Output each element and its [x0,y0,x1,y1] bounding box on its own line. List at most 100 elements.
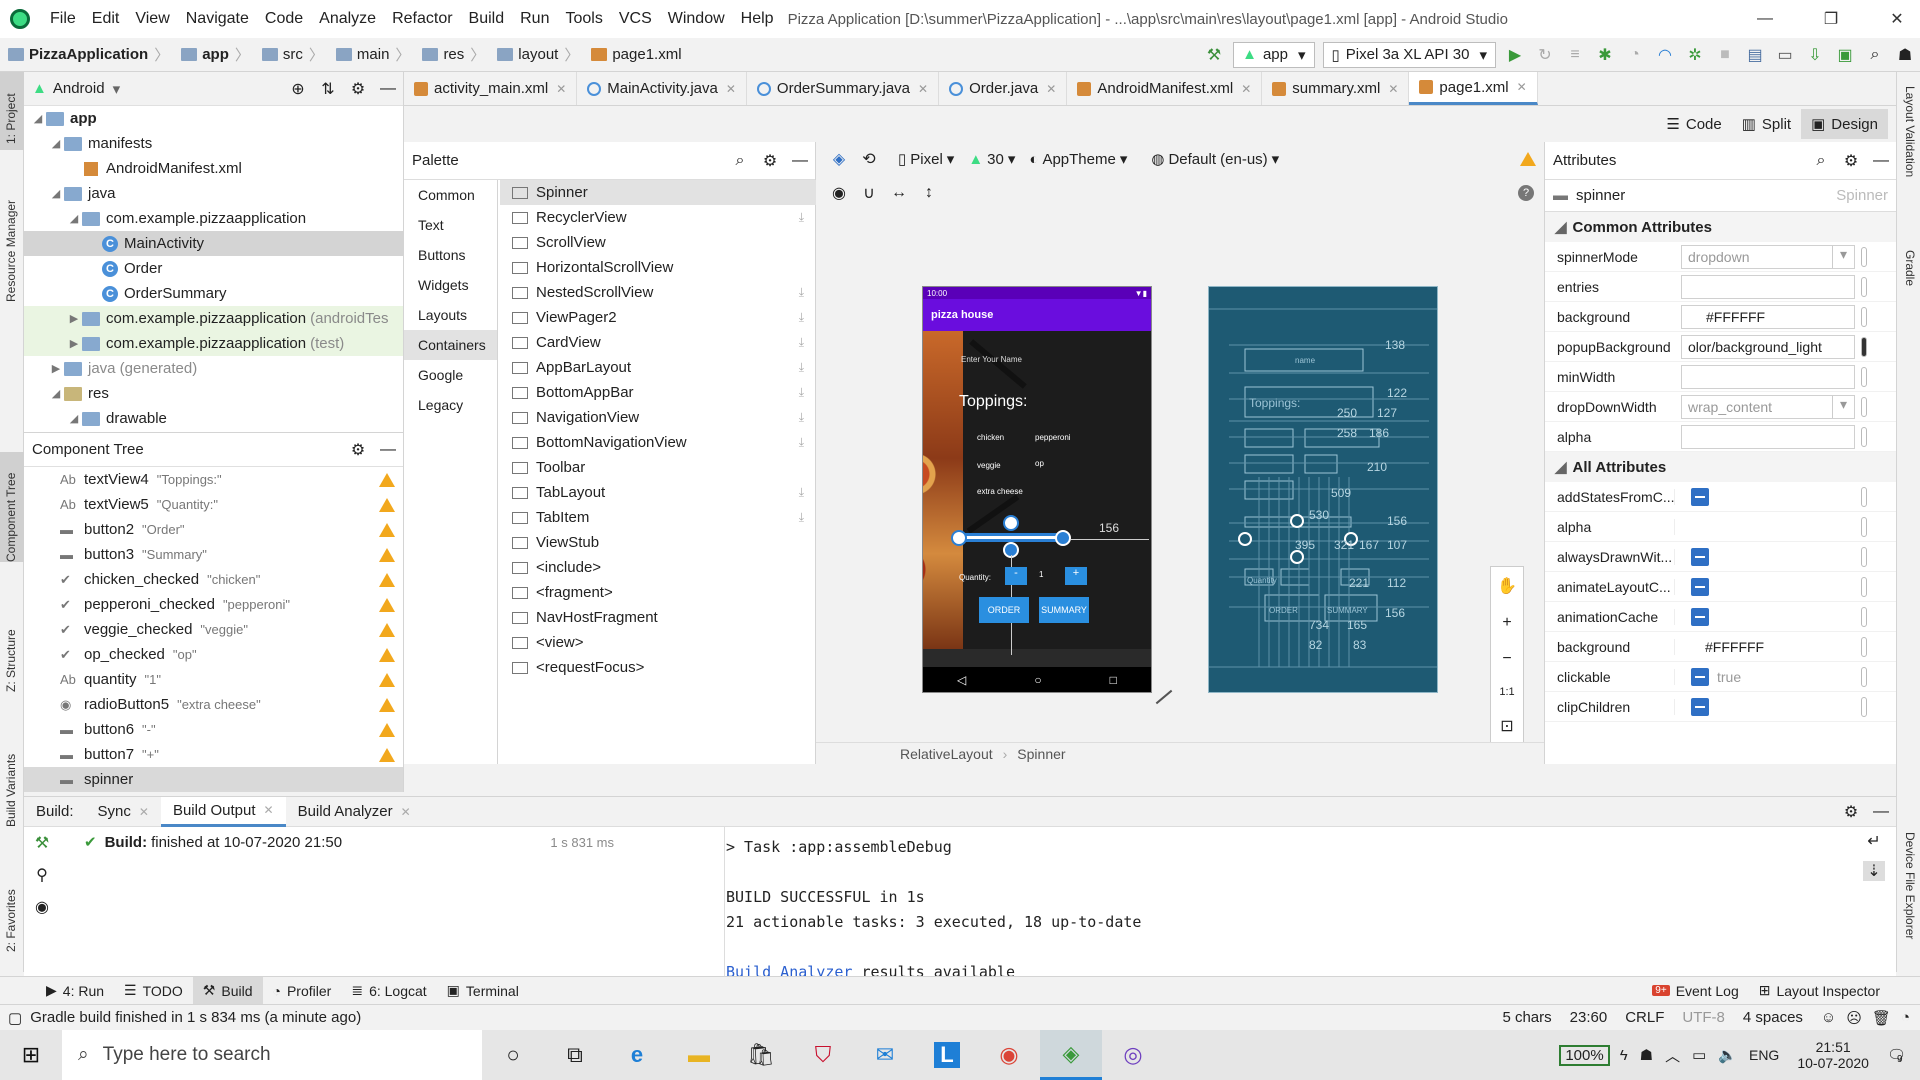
project-view-select[interactable]: Android [53,80,105,97]
download-icon[interactable]: ⤓ [799,360,804,375]
file-explorer-icon[interactable]: ▬ [668,1030,730,1080]
settings-gear-icon[interactable]: ⚙ [1836,799,1866,825]
component-spinner[interactable]: ▬ spinner [24,767,403,792]
palette-category-legacy[interactable]: Legacy [404,390,497,420]
resource-picker-icon[interactable] [1861,366,1867,387]
expand-horizontal-icon[interactable]: ↔ [884,180,914,206]
network-icon[interactable]: ▭ [1692,1046,1706,1064]
palette-category-google[interactable]: Google [404,360,497,390]
palette-item[interactable]: HorizontalScrollView [500,255,816,280]
tab-build-output[interactable]: Build Output ✕ [160,796,286,827]
resource-picker-icon[interactable] [1861,246,1867,267]
pin-icon[interactable]: ⚲ [36,865,48,885]
sync-icon[interactable]: ✲ [1680,42,1710,68]
chrome-icon[interactable]: ◉ [978,1030,1040,1080]
veggie-checkbox[interactable]: veggie [977,461,1001,470]
component-textView5[interactable]: Ab textView5 "Quantity:" [24,492,403,517]
tab-order-java[interactable]: Order.java ✕ [939,72,1068,105]
people-icon[interactable]: ☗ [1640,1046,1653,1064]
hide-panel-icon[interactable]: — [785,148,815,174]
power-icon[interactable]: ϟ [1620,1047,1628,1064]
resource-picker-icon[interactable] [1861,276,1867,297]
home-icon[interactable]: ○ [1034,673,1041,687]
warning-icon[interactable] [379,547,395,562]
palette-item[interactable]: <fragment> [500,580,816,605]
task-view-icon[interactable]: ⧉ [544,1030,606,1080]
build-status-row[interactable]: ✔ Build: finished at 10-07-2020 21:50 1 s… [84,833,614,852]
clock[interactable]: 21:51 10-07-2020 [1797,1039,1869,1071]
component-chicken_checked[interactable]: ✔ chicken_checked "chicken" [24,567,403,592]
gradle-tool-button[interactable]: Gradle [1903,250,1917,286]
breadcrumb-main[interactable]: main 〉 [328,44,410,65]
op-checkbox[interactable]: op [1035,459,1044,468]
warning-icon[interactable] [379,472,395,487]
show-hidden-icons[interactable]: ︿ [1665,1045,1680,1066]
resource-picker-icon[interactable] [1861,336,1867,357]
resource-picker-icon[interactable] [1861,576,1867,597]
chicken-checkbox[interactable]: chicken [977,433,1004,442]
resource-picker-icon[interactable] [1861,486,1867,507]
palette-item[interactable]: TabItem ⤓ [500,505,816,530]
taskbar-search[interactable]: ⌕ Type here to search [62,1030,482,1080]
menu-code[interactable]: Code [265,10,303,28]
close-tab-icon[interactable]: ✕ [264,803,274,817]
resource-picker-icon[interactable] [1861,306,1867,327]
search-icon[interactable]: ⌕ [725,148,755,174]
attach-debugger-icon[interactable]: ◠ [1650,42,1680,68]
minimize-icon[interactable]: — [1742,10,1788,28]
download-icon[interactable]: ⤓ [799,335,804,350]
battery-indicator[interactable]: 100% [1559,1044,1610,1066]
extra-cheese-radio[interactable]: extra cheese [977,487,1023,496]
tab-sync[interactable]: Sync ✕ [86,797,161,827]
maximize-icon[interactable]: ❐ [1808,9,1854,29]
resource-picker-icon[interactable] [1861,546,1867,567]
soft-wrap-icon[interactable]: ↵ [1867,831,1880,851]
edge-browser-icon[interactable]: e [606,1030,668,1080]
search-everywhere-icon[interactable]: ⌕ [1860,42,1890,68]
tree-item-java-generated[interactable]: ▶ java (generated) [24,356,403,381]
tree-item-android-test-package[interactable]: ▶ com.example.pizzaapplication (androidTes [24,306,403,331]
warning-icon[interactable] [379,622,395,637]
close-tab-icon[interactable]: ✕ [1388,82,1398,96]
android-studio-taskbar-icon[interactable]: ◈ [1040,1030,1102,1080]
palette-item[interactable]: NavHostFragment [500,605,816,630]
theme-select[interactable]: ◐ AppTheme ▾ [1029,150,1127,169]
palette-item[interactable]: Toolbar [500,455,816,480]
menu-navigate[interactable]: Navigate [186,10,249,28]
store-icon[interactable]: 🛍 [730,1030,792,1080]
windows-start-icon[interactable]: ⊞ [0,1030,62,1080]
line-separator[interactable]: CRLF [1625,1009,1664,1026]
tree-item-java[interactable]: ◢ java [24,181,403,206]
menu-window[interactable]: Window [668,10,725,28]
structure-tool-button[interactable]: Z: Structure [4,629,18,692]
menu-file[interactable]: File [50,10,76,28]
back-icon[interactable]: ◁ [957,673,966,687]
download-icon[interactable]: ⤓ [799,310,804,325]
attr-value-field[interactable]: wrap_content ▾ [1681,394,1855,419]
indent-setting[interactable]: 4 spaces [1743,1009,1803,1026]
phone-preview[interactable]: 10:00 ▼▮ pizza house Enter Your Name Topp… [922,286,1152,693]
warning-icon[interactable] [379,597,395,612]
breadcrumb-spinner[interactable]: Spinner [1017,746,1065,762]
attr-value[interactable]: #FFFFFF [1705,639,1764,655]
palette-category-layouts[interactable]: Layouts [404,300,497,330]
smiley-icon[interactable]: ☺ [1821,1009,1836,1026]
trash-icon[interactable]: 🗑 [1872,1009,1891,1027]
palette-item[interactable]: ScrollView [500,230,816,255]
debug-icon[interactable]: ✱ [1590,42,1620,68]
file-encoding[interactable]: UTF-8 [1682,1009,1725,1026]
attr-value[interactable]: true [1717,669,1741,685]
name-input[interactable]: Enter Your Name [961,355,1022,364]
menu-tools[interactable]: Tools [565,10,602,28]
palette-category-buttons[interactable]: Buttons [404,240,497,270]
tree-item-mainactivity[interactable]: C MainActivity [24,231,403,256]
breadcrumb-res[interactable]: res 〉 [414,44,485,65]
tree-item-android-manifest[interactable]: AndroidManifest.xml [24,156,403,181]
resource-picker-icon[interactable] [1861,606,1867,627]
tab-page1-xml[interactable]: page1.xml ✕ [1409,72,1538,105]
memory-indicator-icon[interactable]: ◔ [1901,1009,1910,1026]
zoom-actual-size-icon[interactable]: 1:1 [1499,686,1514,698]
warning-icon[interactable] [379,722,395,737]
close-tab-icon[interactable]: ✕ [1046,82,1056,96]
search-icon[interactable]: ⌕ [1806,148,1836,174]
